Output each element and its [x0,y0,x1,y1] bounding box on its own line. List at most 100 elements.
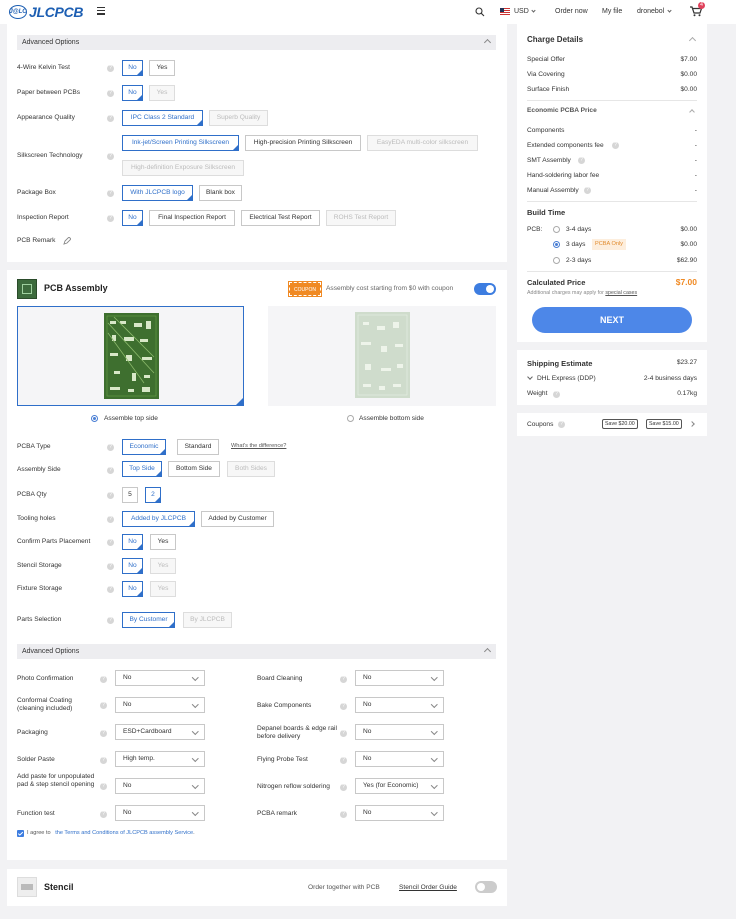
help-icon[interactable]: ? [340,811,347,818]
build-2-3-days-radio[interactable] [553,257,560,264]
currency-selector[interactable]: USD [514,8,529,15]
search-icon[interactable] [475,7,485,17]
high-definition-exposure-option[interactable]: High-definition Exposure Silkscreen [122,160,244,176]
help-icon[interactable]: ? [100,757,107,764]
build-3-days-radio[interactable] [553,241,560,248]
build-3-4-days-radio[interactable] [553,226,560,233]
help-icon[interactable]: ? [107,563,114,570]
depanel-select[interactable]: No [355,724,444,740]
bottom-side-option[interactable]: Bottom Side [168,461,220,477]
help-icon[interactable]: ? [107,215,114,222]
stencil-storage-yes-option[interactable]: Yes [150,558,176,574]
blank-box-option[interactable]: Blank box [199,185,242,201]
inkjet-silkscreen-option[interactable]: Ink-jet/Screen Printing Silkscreen [122,135,239,151]
standard-option[interactable]: Standard [177,439,219,455]
terms-link[interactable]: the Terms and Conditions of JLCPCB assem… [55,830,193,836]
by-jlcpcb-option[interactable]: By JLCPCB [183,612,232,628]
add-paste-select[interactable]: No [115,778,205,794]
packaging-select[interactable]: ESD+Cardboard [115,724,205,740]
top-side-option[interactable]: Top Side [122,461,162,477]
help-icon[interactable]: ? [340,703,347,710]
electrical-test-option[interactable]: Electrical Test Report [241,210,320,226]
kelvin-no-option[interactable]: No [122,60,143,76]
inspection-no-option[interactable]: No [122,210,143,226]
help-icon[interactable]: ? [553,391,560,398]
next-button[interactable]: NEXT [532,307,692,333]
help-icon[interactable]: ? [107,444,114,451]
easyeda-multicolor-option[interactable]: EasyEDA multi-color silkscreen [367,135,478,151]
jlcpcb-logo[interactable]: J@LC JLCPCB [9,4,84,20]
help-icon[interactable]: ? [584,187,591,194]
help-icon[interactable]: ? [107,539,114,546]
order-now-link[interactable]: Order now [555,8,588,15]
help-icon[interactable]: ? [107,467,114,474]
assemble-top-radio[interactable] [91,415,98,422]
both-sides-option[interactable]: Both Sides [227,461,275,477]
shipping-method[interactable]: DHL Express (DDP) [537,375,596,382]
ipc-class2-option[interactable]: IPC Class 2 Standard [122,110,203,126]
whats-difference-link[interactable]: What's the difference? [231,443,286,449]
added-by-jlcpcb-option[interactable]: Added by JLCPCB [122,511,195,527]
paper-yes-option[interactable]: Yes [149,85,175,101]
top-side-preview[interactable] [17,306,244,406]
help-icon[interactable]: ? [340,676,347,683]
edit-pencil-icon[interactable] [63,237,71,245]
paper-no-option[interactable]: No [122,85,143,101]
help-icon[interactable]: ? [340,757,347,764]
help-icon[interactable]: ? [107,65,114,72]
help-icon[interactable]: ? [107,617,114,624]
conformal-coating-select[interactable]: No [115,697,205,713]
help-icon[interactable]: ? [100,730,107,737]
user-menu[interactable]: dronebol [637,8,664,15]
help-icon[interactable]: ? [612,142,619,149]
high-precision-silkscreen-option[interactable]: High-precision Printing Silkscreen [245,135,361,151]
qty-5-option[interactable]: 5 [122,487,138,503]
photo-confirmation-select[interactable]: No [115,670,205,686]
special-cases-link[interactable]: special cases [605,290,637,296]
assemble-bottom-radio[interactable] [347,415,354,422]
help-icon[interactable]: ? [100,676,107,683]
advanced-options-header[interactable]: Advanced Options [17,35,496,50]
pcb-assembly-toggle[interactable] [474,283,496,295]
help-icon[interactable]: ? [100,783,107,790]
help-icon[interactable]: ? [100,702,107,709]
superb-quality-option[interactable]: Superb Quality [209,110,268,126]
pcba-remark-select[interactable]: No [355,805,444,821]
economic-option[interactable]: Economic [122,439,166,455]
confirm-yes-option[interactable]: Yes [150,534,176,550]
rohs-test-option[interactable]: ROHS Test Report [326,210,396,226]
help-icon[interactable]: ? [107,115,114,122]
final-inspection-option[interactable]: Final Inspection Report [149,210,235,226]
kelvin-yes-option[interactable]: Yes [149,60,175,76]
help-icon[interactable]: ? [107,586,114,593]
help-icon[interactable]: ? [558,421,565,428]
coupon-chip-2[interactable]: Save $15.00 [646,419,682,429]
bottom-side-preview[interactable] [268,306,496,406]
fixture-yes-option[interactable]: Yes [150,581,176,597]
by-customer-option[interactable]: By Customer [122,612,175,628]
help-icon[interactable]: ? [107,190,114,197]
menu-icon[interactable] [97,7,105,16]
my-file-link[interactable]: My file [602,8,622,15]
solder-paste-select[interactable]: High temp. [115,751,205,767]
help-icon[interactable]: ? [340,784,347,791]
board-cleaning-select[interactable]: No [355,670,444,686]
stencil-storage-no-option[interactable]: No [122,558,143,574]
confirm-no-option[interactable]: No [122,534,143,550]
stencil-toggle[interactable] [475,881,497,893]
stencil-guide-link[interactable]: Stencil Order Guide [399,884,457,891]
bake-components-select[interactable]: No [355,697,444,713]
qty-2-option[interactable]: 2 [145,487,161,503]
help-icon[interactable]: ? [100,811,107,818]
nitrogen-reflow-select[interactable]: Yes (for Economic) [355,778,444,794]
help-icon[interactable]: ? [107,153,114,160]
help-icon[interactable]: ? [107,516,114,523]
help-icon[interactable]: ? [340,730,347,737]
help-icon[interactable]: ? [107,90,114,97]
flying-probe-select[interactable]: No [355,751,444,767]
function-test-select[interactable]: No [115,805,205,821]
assembly-advanced-header[interactable]: Advanced Options [17,644,496,659]
help-icon[interactable]: ? [107,492,114,499]
agree-checkbox[interactable] [17,830,24,837]
help-icon[interactable]: ? [578,157,585,164]
